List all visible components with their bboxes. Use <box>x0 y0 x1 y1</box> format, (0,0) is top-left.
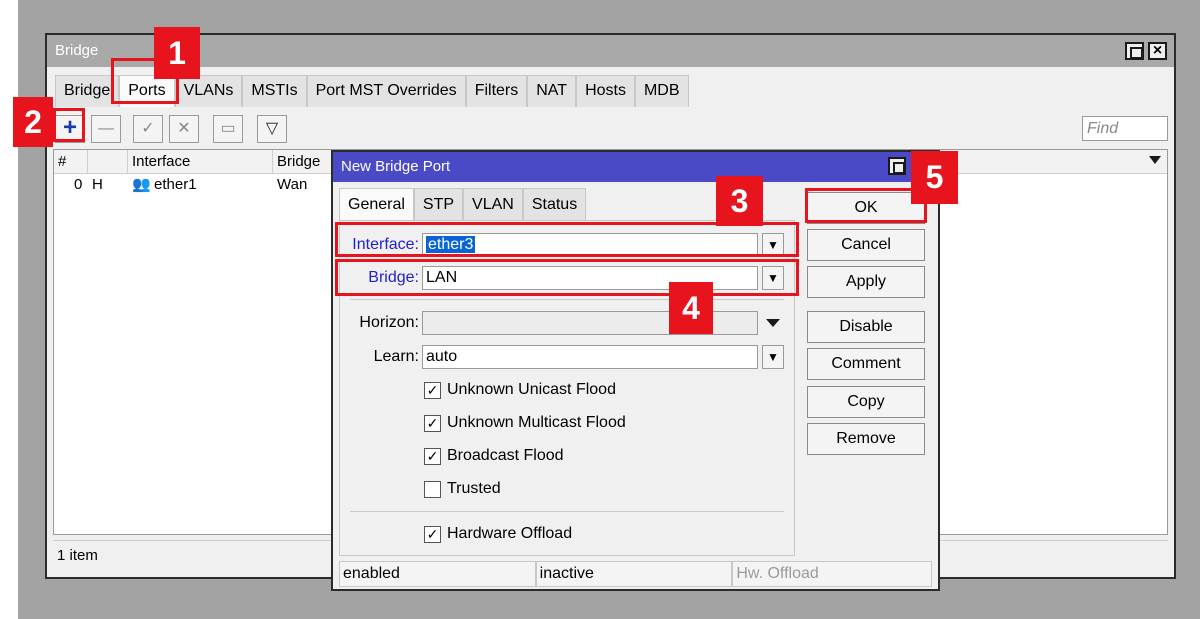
column-interface[interactable]: Interface <box>128 150 273 174</box>
tab-general[interactable]: General <box>339 188 414 220</box>
checkbox-label: Unknown Multicast Flood <box>447 414 626 431</box>
step-marker-3: 3 <box>716 176 763 226</box>
highlight-ok-button <box>805 188 927 223</box>
checkbox-label: Unknown Unicast Flood <box>447 381 616 398</box>
unknown-multicast-flood-checkbox[interactable]: ✓ Unknown Multicast Flood <box>424 412 626 434</box>
comment-icon: ▭ <box>220 120 236 137</box>
trusted-checkbox[interactable]: Trusted <box>424 478 501 500</box>
step-marker-5: 5 <box>911 151 958 204</box>
window-title: Bridge <box>47 35 1174 67</box>
filter-button[interactable]: ▽ <box>257 115 287 143</box>
dialog-maximize-button[interactable] <box>888 157 906 175</box>
tab-bridge[interactable]: Bridge <box>55 75 120 107</box>
remove-button[interactable]: Remove <box>807 423 925 455</box>
dialog-status-bar: enabled inactive Hw. Offload <box>339 561 932 587</box>
step-marker-1: 1 <box>154 27 200 79</box>
close-button[interactable]: × <box>1148 42 1167 60</box>
remove-button[interactable]: — <box>91 115 121 143</box>
disable-button[interactable]: ✕ <box>169 115 199 143</box>
checkbox-checked-icon: ✓ <box>424 447 441 465</box>
status-enabled: enabled <box>339 561 536 587</box>
broadcast-flood-checkbox[interactable]: ✓ Broadcast Flood <box>424 445 564 467</box>
checkbox-label: Trusted <box>447 480 501 497</box>
tab-mdb[interactable]: MDB <box>634 75 689 107</box>
step-marker-4: 4 <box>669 282 713 334</box>
find-input[interactable]: Find <box>1082 116 1168 141</box>
filter-icon: ▽ <box>265 120 279 137</box>
x-icon: ✕ <box>177 120 191 137</box>
interface-icon: 👥 <box>132 176 151 193</box>
column-number[interactable]: # <box>54 150 88 174</box>
tab-status[interactable]: Status <box>522 188 587 220</box>
status-hw-offload: Hw. Offload <box>732 561 932 587</box>
tab-vlan[interactable]: VLAN <box>463 188 523 220</box>
horizon-dropdown-icon[interactable] <box>766 319 780 327</box>
row-interface: ether1 <box>154 176 197 193</box>
learn-label: Learn: <box>373 348 419 365</box>
comment-button[interactable]: ▭ <box>213 115 243 143</box>
column-flag[interactable] <box>88 150 128 174</box>
tab-nat[interactable]: NAT <box>527 75 577 107</box>
toolbar: + — ✓ ✕ ▭ ▽ Find <box>47 111 1174 145</box>
tab-mstis[interactable]: MSTIs <box>242 75 307 107</box>
checkbox-label: Hardware Offload <box>447 525 573 542</box>
horizon-label: Horizon: <box>359 314 419 331</box>
separator <box>350 299 784 300</box>
row-bridge: Wan <box>277 176 308 193</box>
checkbox-checked-icon: ✓ <box>424 381 441 399</box>
tab-stp[interactable]: STP <box>413 188 464 220</box>
disable-button[interactable]: Disable <box>807 311 925 343</box>
cancel-button[interactable]: Cancel <box>807 229 925 261</box>
column-menu-arrow-icon[interactable] <box>1149 156 1161 164</box>
maximize-button[interactable] <box>1125 42 1144 60</box>
dialog-title: New Bridge Port <box>333 152 938 182</box>
separator <box>350 511 784 512</box>
unknown-unicast-flood-checkbox[interactable]: ✓ Unknown Unicast Flood <box>424 379 616 401</box>
copy-button[interactable]: Copy <box>807 386 925 418</box>
tab-vlans[interactable]: VLANs <box>174 75 243 107</box>
minus-icon: — <box>98 120 114 137</box>
learn-select[interactable]: auto <box>422 345 758 369</box>
status-inactive: inactive <box>535 561 733 587</box>
highlight-add-button <box>53 108 85 142</box>
tab-port-mst-overrides[interactable]: Port MST Overrides <box>306 75 466 107</box>
enable-button[interactable]: ✓ <box>133 115 163 143</box>
hardware-offload-checkbox[interactable]: ✓ Hardware Offload <box>424 523 572 545</box>
dropdown-arrow-icon: ▼ <box>767 350 779 364</box>
apply-button[interactable]: Apply <box>807 266 925 298</box>
checkbox-checked-icon: ✓ <box>424 414 441 432</box>
check-icon: ✓ <box>141 120 155 137</box>
dialog-tab-bar: General STP VLAN Status <box>339 188 587 220</box>
row-number: 0 <box>74 176 83 193</box>
tab-hosts[interactable]: Hosts <box>576 75 635 107</box>
learn-dropdown-button[interactable]: ▼ <box>762 345 784 369</box>
highlight-bridge-field <box>335 259 799 296</box>
checkbox-label: Broadcast Flood <box>447 447 564 464</box>
tab-filters[interactable]: Filters <box>465 75 528 107</box>
highlight-interface-field <box>335 222 799 257</box>
step-marker-2: 2 <box>13 97 53 147</box>
checkbox-checked-icon: ✓ <box>424 525 441 543</box>
row-flag: H <box>92 176 103 193</box>
comment-button[interactable]: Comment <box>807 348 925 380</box>
column-bridge[interactable]: Bridge <box>273 150 333 174</box>
checkbox-unchecked-icon <box>424 480 441 498</box>
